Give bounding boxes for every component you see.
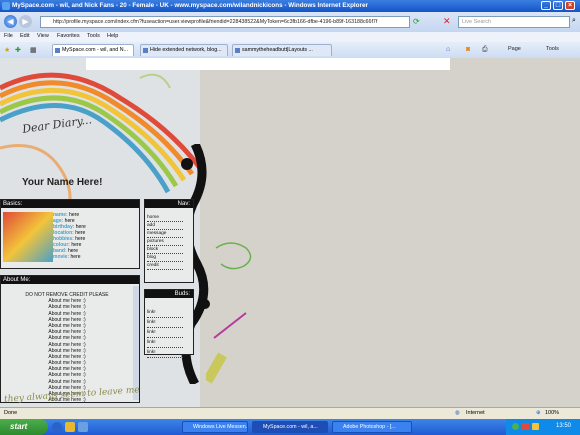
nav-link-block[interactable]: block <box>147 246 183 254</box>
top-white-bar <box>86 58 450 70</box>
search-icon[interactable]: ⌕ <box>572 17 576 25</box>
about-header: About Me: <box>1 276 139 284</box>
quicklaunch-desktop-icon[interactable] <box>78 422 88 432</box>
minimize-button[interactable]: _ <box>541 1 551 10</box>
bud-link[interactable]: link! <box>147 328 183 338</box>
bud-link[interactable]: link! <box>147 338 183 348</box>
nav-link-message[interactable]: message <box>147 230 183 238</box>
quicklaunch-folder-icon[interactable] <box>65 422 75 432</box>
tab-hide-network[interactable]: Hide extended network, blog... <box>140 44 228 56</box>
about-scrollbar[interactable] <box>133 286 139 400</box>
ie-icon <box>2 2 10 10</box>
menu-bar: File Edit View Favorites Tools Help <box>0 32 580 42</box>
profile-name: Your Name Here! <box>22 177 103 188</box>
window-title: MySpace.com - wil, and Nick Fans - 20 - … <box>12 2 368 9</box>
volume-tray-icon[interactable] <box>532 423 539 430</box>
zone-label: Internet <box>466 410 485 416</box>
task-windows-live-messenger[interactable]: Windows Live Messen... <box>182 421 248 433</box>
webpage: Dear Diary... Your Name Here! Basics: na… <box>0 58 580 407</box>
nav-links: home add message pictures block blog cre… <box>147 214 183 270</box>
quick-tabs-icon[interactable]: ▦ <box>30 46 37 54</box>
task-myspace[interactable]: MySpace.com - wil, a... <box>252 421 328 433</box>
tab-bar: ★ ✚ ▦ MySpace.com - wil, and N... Hide e… <box>0 42 580 59</box>
bud-link[interactable]: link! <box>147 348 183 358</box>
nav-link-home[interactable]: home <box>147 214 183 222</box>
address-input[interactable]: http://profile.myspace.com/index.cfm?fus… <box>40 16 410 28</box>
back-button[interactable]: ◀ <box>4 15 17 28</box>
status-text: Done <box>4 410 18 416</box>
about-box: About Me: DO NOT REMOVE CREDIT PLEASE Ab… <box>0 275 140 403</box>
menu-tools[interactable]: Tools <box>87 33 100 39</box>
page-icon <box>55 48 60 53</box>
menu-file[interactable]: File <box>4 33 13 39</box>
search-input[interactable]: Live Search <box>458 16 570 28</box>
nav-link-pictures[interactable]: pictures <box>147 238 183 246</box>
maximize-button[interactable]: □ <box>553 1 563 10</box>
tools-menu[interactable]: Tools <box>546 46 559 52</box>
favorites-star-icon[interactable]: ★ <box>4 46 10 54</box>
menu-help[interactable]: Help <box>107 33 118 39</box>
clock: 13:50 <box>556 423 572 429</box>
bud-link[interactable]: link! <box>147 308 183 318</box>
profile-photo <box>3 212 53 262</box>
messenger-tray-icon[interactable] <box>512 423 519 430</box>
nav-link-add[interactable]: add <box>147 222 183 230</box>
feeds-icon[interactable]: ◙ <box>466 46 470 53</box>
nav-link-blog[interactable]: blog <box>147 254 183 262</box>
bud-link[interactable]: link! <box>147 318 183 328</box>
zoom-icon: ⊕ <box>536 410 541 416</box>
zoom-level[interactable]: 100% <box>545 410 559 416</box>
forward-button[interactable]: ▶ <box>19 15 32 28</box>
taskbar: start Windows Live Messen... MySpace.com… <box>0 419 580 435</box>
basics-list: name: here age: here birthday: here loca… <box>53 212 86 260</box>
tab-layouts[interactable]: sammytheheadbutt|Layouts ... <box>232 44 332 56</box>
add-favorites-icon[interactable]: ✚ <box>15 46 21 54</box>
print-icon[interactable]: ⎙ <box>482 46 488 54</box>
bud-links: link! link! link! link! link! <box>147 308 183 358</box>
nav-header: Nav: <box>145 200 193 208</box>
security-tray-icon[interactable] <box>522 423 529 430</box>
buds-header: Buds: <box>145 290 193 298</box>
doodle-decoration <box>206 242 252 384</box>
task-photoshop[interactable]: Adobe Photoshop - [... <box>332 421 412 433</box>
basics-header: Basics: <box>1 200 139 208</box>
page-icon <box>235 48 240 53</box>
address-toolbar: ◀ ▶ http://profile.myspace.com/index.cfm… <box>0 12 580 32</box>
stop-icon[interactable]: ✕ <box>443 16 451 27</box>
title-bar: MySpace.com - wil, and Nick Fans - 20 - … <box>0 0 580 12</box>
quicklaunch-ie-icon[interactable] <box>52 422 62 432</box>
page-icon <box>143 48 148 53</box>
system-tray: 13:50 <box>506 419 580 435</box>
refresh-icon[interactable]: ⟳ <box>413 17 420 26</box>
menu-view[interactable]: View <box>37 33 49 39</box>
nav-box: Nav: home add message pictures block blo… <box>144 199 194 283</box>
start-button[interactable]: start <box>0 419 48 435</box>
home-icon[interactable]: ⌂ <box>446 46 450 53</box>
buds-box: Buds: link! link! link! link! link! <box>144 289 194 358</box>
nav-link-credit[interactable]: credit <box>147 262 183 270</box>
tab-myspace[interactable]: MySpace.com - wil, and N... <box>52 44 134 56</box>
basics-box: Basics: name: here age: here birthday: h… <box>0 199 140 269</box>
close-button[interactable]: × <box>565 1 575 10</box>
menu-edit[interactable]: Edit <box>20 33 29 39</box>
page-menu[interactable]: Page <box>508 46 521 52</box>
globe-icon: ◍ <box>455 410 460 416</box>
menu-favorites[interactable]: Favorites <box>57 33 80 39</box>
